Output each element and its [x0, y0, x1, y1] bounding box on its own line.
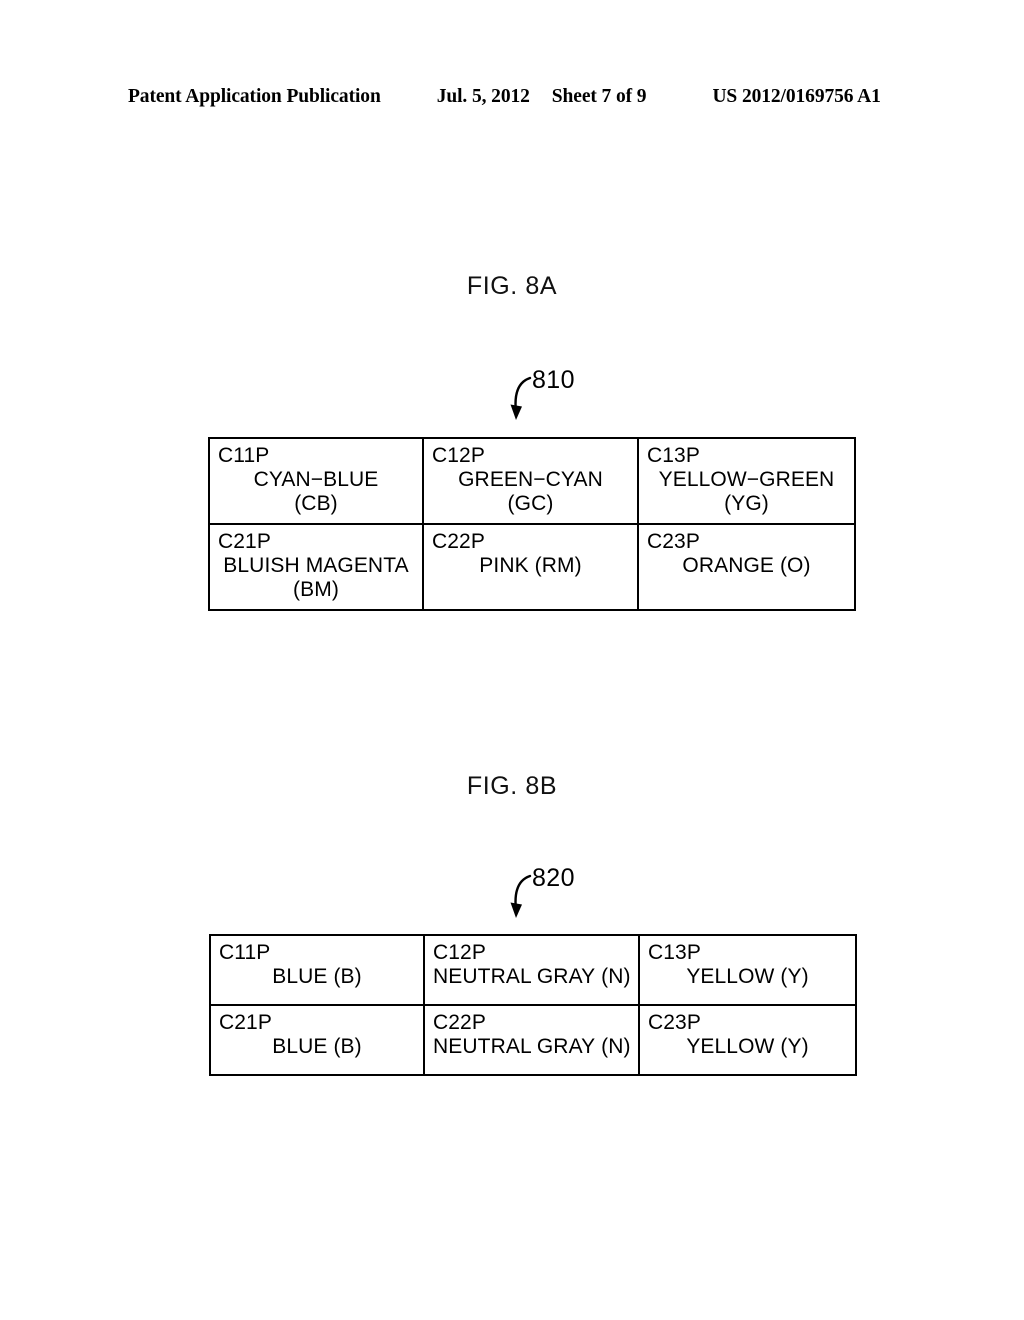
cell-value-text: PINK [479, 553, 529, 577]
header-date: Jul. 5, 2012 [436, 86, 530, 107]
cell-code-label: C22P [432, 529, 485, 553]
cell-value-label: NEUTRAL GRAY (N) [433, 1034, 631, 1059]
cell-value-label: BLUE (B) [219, 1035, 415, 1059]
cell-abbr-text: (Y) [780, 964, 809, 988]
table-row: C11P CYAN−BLUE (CB) C12P GREEN−CYAN (GC) C… [208, 437, 856, 525]
cell-code-label: C21P [219, 1011, 272, 1034]
cell-value-text: YELLOW [686, 964, 775, 988]
cell-code-label: C13P [648, 941, 701, 964]
figure-8a-table: C11P CYAN−BLUE (CB) C12P GREEN−CYAN (GC) C… [208, 437, 856, 611]
figure-8b-table: C11P BLUE (B) C12P NEUTRAL GRAY (N) C13P… [209, 934, 857, 1076]
cell-value-text: ORANGE [682, 553, 775, 577]
cell-value-text: NEUTRAL GRAY [433, 1034, 596, 1058]
cell-value-text: CYAN−BLUE [253, 467, 379, 491]
table-row: C11P BLUE (B) C12P NEUTRAL GRAY (N) C13P… [209, 934, 857, 1006]
cell-code-label: C22P [433, 1011, 486, 1034]
cell-abbr-text: (B) [333, 964, 362, 988]
patent-figure-page: { "header": { "publication": "Patent App… [0, 0, 1024, 1320]
cell-code-label: C23P [648, 1011, 701, 1034]
header-sheet-number: Sheet 7 of 9 [551, 86, 647, 107]
cell-value-text: BLUE [272, 1034, 328, 1058]
cell-value-label: BLUE (B) [219, 965, 415, 989]
cell-value-label: YELLOW−GREEN (YG) [647, 468, 846, 516]
figure-8b-title: FIG. 8B [466, 772, 558, 800]
cell-code-label: C12P [433, 941, 486, 964]
table-cell-c21p: C21P BLUISH MAGENTA (BM) [208, 522, 424, 611]
cell-value-label: NEUTRAL GRAY (N) [433, 964, 631, 989]
cell-code-label: C23P [647, 529, 700, 553]
cell-value-label: YELLOW (Y) [648, 1035, 847, 1059]
cell-code-label: C11P [219, 941, 271, 964]
cell-value-text: BLUISH MAGENTA [223, 553, 409, 577]
reference-numeral-820-group: 820 [500, 864, 620, 938]
cell-code-label: C13P [647, 444, 700, 467]
cell-value-label: ORANGE (O) [647, 554, 846, 578]
cell-value-label: GREEN−CYAN (GC) [432, 468, 629, 516]
table-cell-c11p: C11P BLUE (B) [209, 934, 425, 1006]
cell-abbr-text: (Y) [780, 1034, 809, 1058]
cell-abbr-text: (YG) [724, 491, 769, 515]
cell-code-label: C11P [218, 444, 270, 467]
cell-value-text: GREEN−CYAN [458, 467, 603, 491]
cell-value-label: BLUISH MAGENTA (BM) [218, 554, 414, 602]
table-cell-c22p: C22P NEUTRAL GRAY (N) [423, 1004, 640, 1076]
table-cell-c13p: C13P YELLOW−GREEN (YG) [637, 437, 856, 525]
publication-header: Patent Application Publication Jul. 5, 2… [128, 86, 896, 112]
table-cell-c23p: C23P ORANGE (O) [637, 522, 856, 611]
cell-abbr-text: (N) [601, 1034, 631, 1058]
header-document-number: US 2012/0169756 A1 [712, 86, 881, 107]
table-cell-c11p: C11P CYAN−BLUE (CB) [208, 437, 424, 525]
table-cell-c21p: C21P BLUE (B) [209, 1004, 425, 1076]
cell-value-label: CYAN−BLUE (CB) [218, 468, 414, 516]
cell-value-text: NEUTRAL GRAY [433, 964, 596, 988]
cell-abbr-text: (GC) [507, 491, 554, 515]
table-cell-c12p: C12P NEUTRAL GRAY (N) [423, 934, 640, 1006]
cell-abbr-text: (CB) [294, 491, 338, 515]
cell-value-text: YELLOW−GREEN [658, 467, 835, 491]
cell-value-label: PINK (RM) [432, 554, 629, 578]
cell-abbr-text: (B) [333, 1034, 362, 1058]
header-publication-label: Patent Application Publication [128, 86, 381, 107]
reference-numeral-810-group: 810 [500, 366, 620, 440]
table-cell-c12p: C12P GREEN−CYAN (GC) [422, 437, 639, 525]
cell-value-text: YELLOW [686, 1034, 775, 1058]
cell-code-label: C21P [218, 529, 271, 553]
table-cell-c23p: C23P YELLOW (Y) [638, 1004, 857, 1076]
cell-value-text: BLUE [272, 964, 328, 988]
leader-line-810-icon [510, 376, 532, 420]
cell-value-label: YELLOW (Y) [648, 965, 847, 989]
cell-abbr-text: (O) [779, 553, 811, 577]
cell-abbr-text: (BM) [293, 577, 339, 601]
cell-abbr-text: (N) [601, 964, 631, 988]
table-cell-c22p: C22P PINK (RM) [422, 522, 639, 611]
table-cell-c13p: C13P YELLOW (Y) [638, 934, 857, 1006]
table-row: C21P BLUE (B) C22P NEUTRAL GRAY (N) C23P… [209, 1004, 857, 1076]
cell-code-label: C12P [432, 444, 485, 467]
table-row: C21P BLUISH MAGENTA (BM) C22P PINK (RM) C… [208, 522, 856, 611]
cell-abbr-text: (RM) [534, 553, 582, 577]
leader-line-820-icon [510, 874, 532, 918]
figure-8a-title: FIG. 8A [466, 272, 558, 300]
